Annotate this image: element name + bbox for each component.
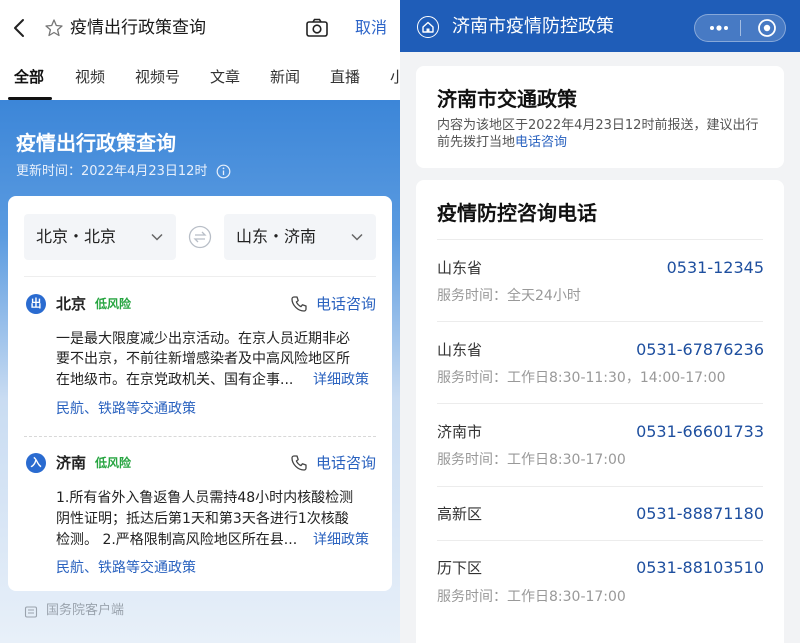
phone-consult-link[interactable]: 电话咨询 xyxy=(316,294,376,314)
phone-consult-link[interactable]: 电话咨询 xyxy=(316,453,376,473)
from-city-label: 北京・北京 xyxy=(36,227,117,246)
swap-icon[interactable] xyxy=(188,225,212,249)
from-city-selector[interactable]: 北京・北京 xyxy=(24,214,176,260)
traffic-policy-link[interactable]: 民航、铁路等交通政策 xyxy=(56,558,196,578)
search-results-panel: 疫情出行政策查询 取消 全部 视频 视频号 文章 新闻 直播 小 疫情出行政策查… xyxy=(0,0,400,643)
divider xyxy=(24,276,376,277)
policy-text: 一是最大限度减少出京活动。在京人员近期非必 xyxy=(56,331,350,347)
hotline-phone-link[interactable]: 0531-88871180 xyxy=(636,504,764,524)
tab-mini[interactable]: 小 xyxy=(390,66,400,88)
phone-icon[interactable] xyxy=(290,454,308,472)
policy-text: 在地级市。在京党政机关、国有企事... xyxy=(56,372,294,388)
divider xyxy=(437,403,763,404)
source-label: 国务院客户端 xyxy=(46,603,125,618)
phone-consult-link[interactable]: 电话咨询 xyxy=(515,135,567,150)
phone-icon[interactable] xyxy=(290,295,308,313)
target-icon[interactable] xyxy=(757,18,777,38)
hotline-hours: 服务时间：工作日8:30-17:00 xyxy=(437,589,626,605)
info-icon[interactable] xyxy=(216,164,231,179)
search-bar: 疫情出行政策查询 取消 xyxy=(0,0,400,56)
destination-city-name: 济南 xyxy=(56,454,87,472)
hotline-title: 疫情防控咨询电话 xyxy=(437,201,597,225)
exit-badge: 出 xyxy=(26,294,46,314)
tab-video[interactable]: 视频 xyxy=(75,66,105,88)
policy-text: 检测。 2.严格限制高风险地区所在县... xyxy=(56,532,298,548)
entry-badge: 入 xyxy=(26,453,46,473)
divider xyxy=(437,486,763,487)
to-city-selector[interactable]: 山东・济南 xyxy=(224,214,376,260)
hotline-region: 济南市 xyxy=(437,423,483,441)
category-tabs: 全部 视频 视频号 文章 新闻 直播 小 xyxy=(0,56,400,100)
tab-all[interactable]: 全部 xyxy=(14,66,44,88)
search-input[interactable]: 疫情出行政策查询 xyxy=(70,17,206,39)
star-icon xyxy=(45,19,63,37)
hotline-region: 高新区 xyxy=(437,505,483,523)
detail-policy-link[interactable]: 详细政策 xyxy=(313,530,369,550)
traffic-policy-note: 内容为该地区于2022年4月23日12时前报送，建议出行 xyxy=(437,118,759,133)
policy-text: 阴性证明；抵达后第1天和第3天各进行1次核酸 xyxy=(56,511,349,527)
cancel-button[interactable]: 取消 xyxy=(355,17,387,39)
hotline-hours: 服务时间：工作日8:30-17:00 xyxy=(437,452,626,468)
home-icon xyxy=(422,21,434,33)
divider xyxy=(437,239,763,240)
more-icon[interactable] xyxy=(708,21,730,35)
tab-news[interactable]: 新闻 xyxy=(270,66,300,88)
divider xyxy=(24,436,376,437)
traffic-policy-title: 济南市交通政策 xyxy=(437,87,577,111)
tab-live[interactable]: 直播 xyxy=(330,66,360,88)
page-title: 济南市疫情防控政策 xyxy=(452,16,614,37)
tab-articles[interactable]: 文章 xyxy=(210,66,240,88)
traffic-policy-link[interactable]: 民航、铁路等交通政策 xyxy=(56,399,196,419)
hotline-region: 山东省 xyxy=(437,259,483,277)
policy-text: 要不出京，不前往新增感染者及中高风险地区所 xyxy=(56,351,350,367)
chevron-down-icon xyxy=(351,233,363,241)
hotline-phone-link[interactable]: 0531-67876236 xyxy=(636,340,764,360)
tab-channels[interactable]: 视频号 xyxy=(135,66,180,88)
capsule-divider xyxy=(740,20,741,36)
update-time: 更新时间：2022年4月23日12时 xyxy=(16,164,208,179)
camera-icon[interactable] xyxy=(305,17,329,39)
risk-level-badge: 低风险 xyxy=(95,297,132,311)
hotline-phone-link[interactable]: 0531-12345 xyxy=(667,258,764,278)
hotline-region: 历下区 xyxy=(437,559,483,577)
hotline-region: 山东省 xyxy=(437,341,483,359)
chevron-down-icon xyxy=(151,233,163,241)
traffic-policy-note: 前先拨打当地电话咨询 xyxy=(437,134,567,152)
card-title: 疫情出行政策查询 xyxy=(16,131,176,155)
to-city-label: 山东・济南 xyxy=(236,227,317,246)
detail-policy-link[interactable]: 详细政策 xyxy=(313,370,369,390)
risk-level-badge: 低风险 xyxy=(95,456,132,470)
divider xyxy=(437,540,763,541)
back-icon[interactable] xyxy=(10,17,30,39)
hotline-phone-link[interactable]: 0531-88103510 xyxy=(636,558,764,578)
divider xyxy=(437,321,763,322)
note-text: 前先拨打当地 xyxy=(437,135,516,150)
source-icon xyxy=(24,606,38,618)
origin-city-name: 北京 xyxy=(56,295,87,313)
hotline-hours: 服务时间：全天24小时 xyxy=(437,288,581,304)
hotline-phone-link[interactable]: 0531-66601733 xyxy=(636,422,764,442)
hotline-hours: 服务时间：工作日8:30-11:30，14:00-17:00 xyxy=(437,370,726,386)
policy-text: 1.所有省外入鲁返鲁人员需持48小时内核酸检测 xyxy=(56,490,354,506)
